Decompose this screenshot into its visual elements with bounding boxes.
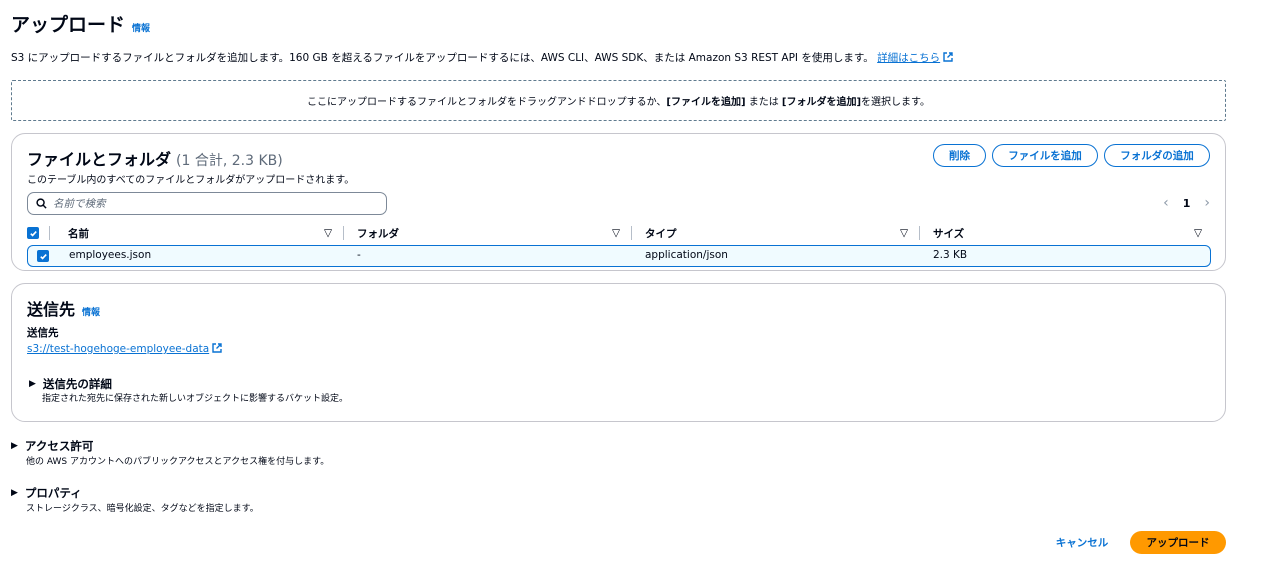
column-header-type[interactable]: タイプ [645, 226, 677, 241]
dropzone-add-files-label: [ファイルを追加] [666, 97, 746, 108]
dropzone-text-a: ここにアップロードするファイルとフォルダをドラッグアンドドロップするか、 [306, 97, 667, 108]
files-count: (1 合計, 2.3 KB) [176, 153, 283, 169]
row-checkbox[interactable] [37, 250, 49, 262]
delete-button[interactable]: 削除 [933, 144, 986, 167]
destination-panel: 送信先 情報 送信先 s3://test-hogehoge-employee-d… [11, 283, 1226, 422]
external-link-icon [943, 52, 953, 62]
cell-type: application/json [645, 249, 728, 261]
column-divider [631, 226, 632, 240]
upload-button[interactable]: アップロード [1130, 531, 1226, 554]
search-box[interactable] [27, 192, 387, 215]
destination-details-title: 送信先の詳細 [42, 377, 112, 391]
page-title: アップロード 情報 [11, 10, 150, 37]
description-text: S3 にアップロードするファイルとフォルダを追加します。160 GB を超えるフ… [11, 52, 874, 64]
add-folder-button[interactable]: フォルダの追加 [1104, 144, 1210, 167]
files-panel: ファイルとフォルダ (1 合計, 2.3 KB) このテーブル内のすべてのファイ… [11, 133, 1226, 271]
external-link-icon [212, 343, 222, 353]
column-header-size-label: サイズ [933, 227, 965, 240]
sort-icon[interactable]: ▽ [612, 227, 620, 239]
column-header-type-label: タイプ [645, 227, 677, 240]
destination-label: 送信先 [27, 327, 59, 339]
column-divider [343, 226, 344, 240]
page-description: S3 にアップロードするファイルとフォルダを追加します。160 GB を超えるフ… [11, 50, 953, 65]
learn-more-text: 詳細はこちら [877, 52, 941, 64]
search-icon [36, 198, 47, 209]
pagination: ‹ 1 › [1163, 195, 1210, 211]
table-header: 名前 ▽ フォルダ ▽ タイプ ▽ サイズ ▽ [27, 222, 1211, 244]
destination-details-toggle[interactable]: ▶ 送信先の詳細 [29, 376, 112, 392]
sort-icon[interactable]: ▽ [324, 227, 332, 239]
column-header-folder[interactable]: フォルダ [357, 226, 399, 241]
properties-toggle[interactable]: ▶ プロパティ [11, 485, 82, 501]
destination-title-text: 送信先 [27, 300, 76, 319]
cancel-button[interactable]: キャンセル [1050, 531, 1114, 554]
upload-dropzone[interactable]: ここにアップロードするファイルとフォルダをドラッグアンドドロップするか、 [ファ… [11, 80, 1226, 121]
properties-title: プロパティ [24, 486, 82, 500]
caret-right-icon: ▶ [29, 379, 36, 389]
caret-right-icon: ▶ [11, 441, 18, 451]
caret-right-icon: ▶ [11, 488, 18, 498]
checkbox-checked-icon [37, 250, 49, 262]
files-panel-title-text: ファイルとフォルダ [27, 150, 172, 169]
column-header-size[interactable]: サイズ [933, 226, 964, 241]
destination-bucket-link[interactable]: s3://test-hogehoge-employee-data [27, 343, 222, 355]
search-input[interactable] [53, 197, 353, 210]
permissions-toggle[interactable]: ▶ アクセス許可 [11, 438, 93, 454]
column-divider [49, 226, 50, 240]
page-number[interactable]: 1 [1183, 197, 1191, 210]
add-files-button[interactable]: ファイルを追加 [992, 144, 1098, 167]
table-row[interactable]: employees.json - application/json 2.3 KB [27, 245, 1211, 267]
column-header-name[interactable]: 名前 [68, 226, 89, 241]
dropzone-text-b: または [745, 97, 782, 108]
dropzone-text-c: を選択します。 [861, 97, 931, 108]
files-panel-title: ファイルとフォルダ (1 合計, 2.3 KB) [27, 146, 283, 170]
destination-info-link[interactable]: 情報 [82, 305, 100, 318]
column-divider [919, 226, 920, 240]
files-panel-subtitle: このテーブル内のすべてのファイルとフォルダがアップロードされます。 [27, 175, 355, 186]
select-all-checkbox[interactable] [27, 227, 39, 239]
column-header-folder-label: フォルダ [357, 227, 399, 240]
destination-title: 送信先 情報 [27, 296, 100, 320]
prev-page-icon[interactable]: ‹ [1163, 195, 1169, 211]
dropzone-add-folder-label: [フォルダを追加] [781, 97, 862, 108]
sort-icon[interactable]: ▽ [900, 227, 908, 239]
permissions-sub: 他の AWS アカウントへのパブリックアクセスとアクセス権を付与します。 [26, 457, 330, 467]
sort-icon[interactable]: ▽ [1194, 227, 1202, 239]
info-link[interactable]: 情報 [132, 21, 150, 34]
destination-details-sub: 指定された宛先に保存された新しいオブジェクトに影響するバケット設定。 [42, 394, 349, 404]
properties-sub: ストレージクラス、暗号化設定、タグなどを指定します。 [26, 504, 259, 514]
column-header-name-label: 名前 [68, 227, 89, 240]
permissions-title: アクセス許可 [24, 439, 94, 453]
cell-size: 2.3 KB [933, 249, 968, 261]
destination-link-text: s3://test-hogehoge-employee-data [27, 343, 210, 355]
cell-name: employees.json [69, 249, 152, 261]
cell-folder: - [357, 249, 361, 261]
page-title-text: アップロード [11, 14, 126, 36]
next-page-icon[interactable]: › [1204, 195, 1210, 211]
learn-more-link[interactable]: 詳細はこちら [877, 52, 953, 64]
checkbox-checked-icon [27, 227, 39, 239]
